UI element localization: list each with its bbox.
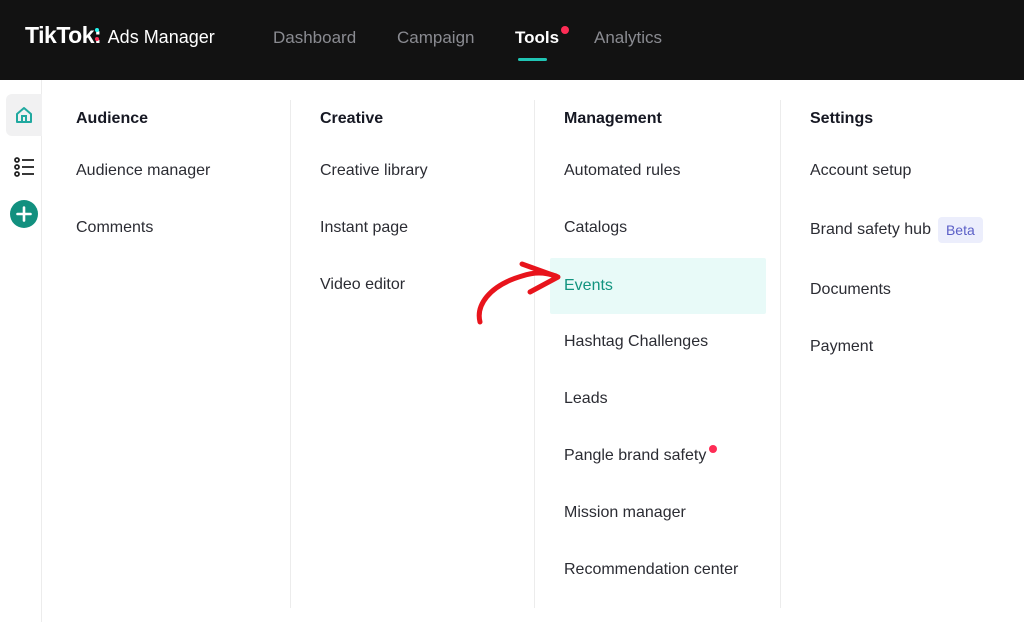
annotation-arrow-icon bbox=[476, 261, 561, 325]
menu-item-account-setup[interactable]: Account setup bbox=[810, 143, 911, 199]
notification-dot bbox=[709, 445, 718, 453]
menu-item-events-label: Events bbox=[564, 277, 613, 294]
menu-item-leads[interactable]: Leads bbox=[564, 371, 608, 427]
menu-item-brand-safety-label: Brand safety hub bbox=[810, 221, 931, 238]
menu-item-catalogs[interactable]: Catalogs bbox=[564, 200, 627, 256]
menu-item-pangle-label: Pangle brand safety bbox=[564, 447, 707, 464]
nav-dashboard[interactable]: Dashboard bbox=[273, 28, 356, 48]
notification-dot bbox=[561, 26, 570, 34]
column-divider bbox=[780, 100, 781, 608]
menu-item-payment[interactable]: Payment bbox=[810, 319, 873, 375]
menu-item-pangle-brand-safety[interactable]: Pangle brand safety bbox=[564, 428, 718, 484]
menu-item-comments[interactable]: Comments bbox=[76, 200, 153, 256]
menu-item-video-editor[interactable]: Video editor bbox=[320, 257, 405, 313]
menu-item-events[interactable]: Events bbox=[550, 258, 766, 314]
add-circle-icon bbox=[10, 200, 38, 228]
list-icon bbox=[14, 157, 34, 177]
column-title-settings: Settings bbox=[810, 110, 874, 127]
menu-item-mission-manager[interactable]: Mission manager bbox=[564, 485, 686, 541]
left-rail bbox=[0, 80, 42, 622]
column-title-creative: Creative bbox=[320, 110, 384, 127]
menu-item-instant-page[interactable]: Instant page bbox=[320, 200, 408, 256]
tools-dropdown-menu: Audience Audience manager Comments Creat… bbox=[42, 80, 1024, 622]
home-icon bbox=[16, 107, 32, 123]
brand-logo[interactable]: TikTok : Ads Manager bbox=[25, 22, 215, 52]
nav-tools[interactable]: Tools bbox=[515, 26, 570, 61]
column-divider bbox=[290, 100, 291, 608]
brand-name: TikTok bbox=[25, 22, 95, 48]
menu-item-automated-rules[interactable]: Automated rules bbox=[564, 143, 681, 199]
nav-analytics[interactable]: Analytics bbox=[594, 28, 662, 48]
top-bar: TikTok : Ads Manager Dashboard Campaign … bbox=[0, 0, 1024, 80]
rail-list-button[interactable] bbox=[6, 146, 42, 188]
menu-item-audience-manager[interactable]: Audience manager bbox=[76, 143, 210, 199]
menu-item-brand-safety-hub[interactable]: Brand safety hub Beta bbox=[810, 202, 983, 258]
column-title-audience: Audience bbox=[76, 110, 149, 127]
rail-home-button[interactable] bbox=[6, 94, 42, 136]
menu-item-hashtag-challenges[interactable]: Hashtag Challenges bbox=[564, 314, 708, 370]
column-divider bbox=[534, 100, 535, 608]
active-tab-indicator bbox=[518, 58, 547, 61]
rail-create-button[interactable] bbox=[6, 193, 42, 235]
menu-item-creative-library[interactable]: Creative library bbox=[320, 143, 428, 199]
menu-item-recommendation-center[interactable]: Recommendation center bbox=[564, 542, 738, 598]
beta-badge: Beta bbox=[937, 217, 983, 243]
brand-product: Ads Manager bbox=[107, 27, 215, 47]
nav-campaign[interactable]: Campaign bbox=[397, 28, 475, 48]
menu-item-documents[interactable]: Documents bbox=[810, 262, 891, 318]
brand-colon: : bbox=[94, 22, 102, 48]
column-title-management: Management bbox=[564, 110, 662, 127]
nav-tools-label: Tools bbox=[515, 28, 560, 47]
